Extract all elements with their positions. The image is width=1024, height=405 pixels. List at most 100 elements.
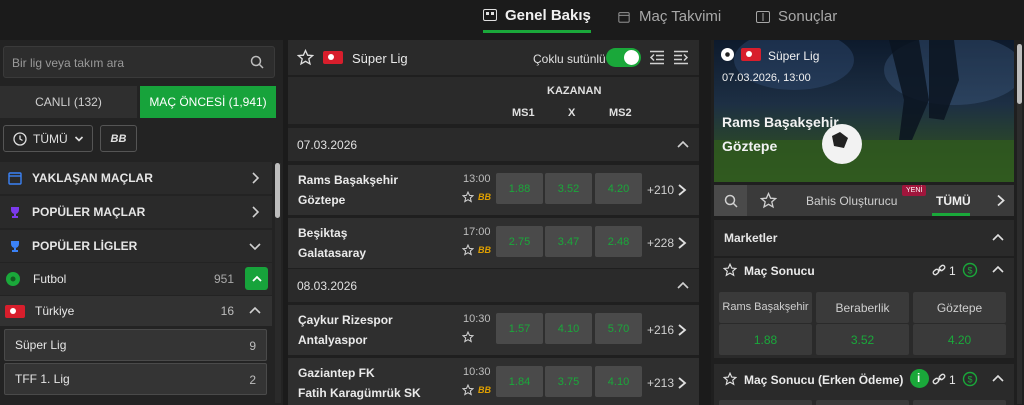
column-x: X xyxy=(568,107,576,119)
search-input[interactable]: Bir lig veya takım ara xyxy=(3,46,275,78)
date-label: 07.03.2026 xyxy=(297,137,358,152)
collapse-sport-button[interactable] xyxy=(245,267,268,290)
menu-label: YAKLAŞAN MAÇLAR xyxy=(32,171,153,185)
odd-home-button[interactable]: 1.88 xyxy=(719,324,812,355)
odd-ms2-button[interactable]: 4.10 xyxy=(595,366,642,397)
prematch-tab[interactable]: MAÇ ÖNCESİ (1,941) xyxy=(140,86,276,118)
date-group-header[interactable]: 08.03.2026 xyxy=(288,269,699,302)
odd-x-button[interactable]: 4.10 xyxy=(545,313,592,344)
odd-value: 3.52 xyxy=(850,332,875,347)
chevron-right-icon xyxy=(252,206,260,218)
selection-label-home: Rams Başakşehir xyxy=(719,292,812,323)
menu-upcoming-matches[interactable]: YAKLAŞAN MAÇLAR xyxy=(0,162,272,194)
odd-ms1-button[interactable]: 1.88 xyxy=(496,173,543,204)
star-icon[interactable] xyxy=(462,244,474,256)
star-icon[interactable] xyxy=(723,372,737,386)
odd-ms2-button[interactable]: 4.20 xyxy=(595,173,642,204)
detail-scrollbar-thumb[interactable] xyxy=(1017,44,1022,104)
league-tff1-item[interactable]: TFF 1. Lig 2 xyxy=(4,363,267,395)
chevron-right-icon[interactable] xyxy=(676,323,688,337)
country-turkey-row[interactable]: Türkiye 16 xyxy=(0,296,272,326)
football-icon xyxy=(721,48,734,61)
scoreboard-icon xyxy=(756,10,770,23)
menu-popular-leagues[interactable]: POPÜLER LİGLER xyxy=(0,230,272,262)
odd-x-button[interactable]: 3.75 xyxy=(545,366,592,397)
odd-value: 1.84 xyxy=(508,375,531,388)
away-team: Galatasaray xyxy=(298,246,367,260)
info-icon[interactable]: i xyxy=(910,369,929,388)
collapse-columns-icon[interactable] xyxy=(649,50,665,65)
odd-ms2-button[interactable]: 2.48 xyxy=(595,226,642,257)
filter-all-button[interactable]: TÜMÜ xyxy=(3,125,93,152)
markets-header[interactable]: Marketler xyxy=(714,220,1014,256)
league-header: Süper Lig Çoklu sutünlü xyxy=(288,40,699,75)
odd-ms1-button[interactable]: 1.84 xyxy=(496,366,543,397)
trophy-icon xyxy=(11,207,19,218)
more-markets-count[interactable]: +228 xyxy=(647,236,674,250)
tab-bet-builder[interactable]: Bahis Oluşturucu xyxy=(806,194,897,208)
star-icon[interactable] xyxy=(297,49,314,66)
calendar-icon xyxy=(618,11,630,23)
odd-value: 1.88 xyxy=(508,182,531,195)
expand-columns-icon[interactable] xyxy=(673,50,689,65)
bet-builder-filter-button[interactable]: BB xyxy=(100,125,137,152)
stadium-background-image xyxy=(714,40,1014,182)
chevron-up-icon[interactable] xyxy=(991,263,1005,277)
odd-value: 4.10 xyxy=(557,322,580,335)
tab-calendar-label: Maç Takvimi xyxy=(639,8,722,25)
chevron-right-icon[interactable] xyxy=(996,194,1006,207)
chevron-right-icon[interactable] xyxy=(676,183,688,197)
chevron-right-icon[interactable] xyxy=(676,236,688,250)
sidebar-scrollbar-thumb[interactable] xyxy=(275,163,280,218)
away-team: Fatih Karagümrük SK xyxy=(298,386,421,400)
match-row[interactable]: Çaykur Rizespor Antalyaspor 10:30 1.57 4… xyxy=(288,305,699,355)
odd-x-button[interactable]: 3.52 xyxy=(545,173,592,204)
more-markets-count[interactable]: +210 xyxy=(647,183,674,197)
chevron-up-icon xyxy=(249,306,261,314)
odd-value: 2.48 xyxy=(607,235,630,248)
match-row[interactable]: Beşiktaş Galatasaray 17:00 BB 2.75 3.47 … xyxy=(288,218,699,268)
prematch-tab-label: MAÇ ÖNCESİ (1,941) xyxy=(149,95,267,109)
match-row[interactable]: Gaziantep FK Fatih Karagümrük SK 10:30 B… xyxy=(288,358,699,405)
odd-value: 3.47 xyxy=(557,235,580,248)
star-icon[interactable] xyxy=(760,192,777,209)
odd-draw-button[interactable]: 3.52 xyxy=(816,324,909,355)
match-time: 10:30 xyxy=(463,366,491,378)
chevron-up-icon xyxy=(677,140,689,148)
odd-ms1-button[interactable]: 1.57 xyxy=(496,313,543,344)
more-markets-count[interactable]: +213 xyxy=(647,376,674,390)
date-group-header[interactable]: 07.03.2026 xyxy=(288,128,699,161)
chevron-up-icon[interactable] xyxy=(991,372,1005,386)
live-tab[interactable]: CANLI (132) xyxy=(0,86,137,118)
tab-overview[interactable]: Genel Bakış xyxy=(483,0,591,33)
more-markets-count[interactable]: +216 xyxy=(647,323,674,337)
selection-cell xyxy=(816,400,909,405)
sport-football-row[interactable]: Futbol 951 xyxy=(0,263,272,295)
star-icon[interactable] xyxy=(723,263,737,277)
tab-results-label: Sonuçlar xyxy=(778,8,838,25)
star-icon[interactable] xyxy=(462,331,474,343)
search-icon[interactable] xyxy=(250,55,264,69)
tab-all[interactable]: TÜMÜ xyxy=(936,194,971,208)
odd-value: 5.70 xyxy=(607,322,630,335)
odd-ms2-button[interactable]: 5.70 xyxy=(595,313,642,344)
market-search-button[interactable] xyxy=(714,185,747,216)
multi-column-toggle[interactable] xyxy=(606,48,641,67)
chevron-up-icon xyxy=(677,281,689,289)
odd-x-button[interactable]: 3.47 xyxy=(545,226,592,257)
odd-away-button[interactable]: 4.20 xyxy=(913,324,1006,355)
tab-calendar[interactable]: Maç Takvimi xyxy=(617,0,721,33)
match-row[interactable]: Rams Başakşehir Göztepe 13:00 BB 1.88 3.… xyxy=(288,165,699,215)
home-team: Çaykur Rizespor xyxy=(298,313,393,327)
league-super-lig-item[interactable]: Süper Lig 9 xyxy=(4,329,267,361)
star-icon[interactable] xyxy=(462,384,474,396)
top-navigation: Genel Bakış Maç Takvimi Sonuçlar xyxy=(0,0,1024,36)
chevron-right-icon[interactable] xyxy=(676,376,688,390)
cashout-icon: $ xyxy=(962,371,978,387)
star-icon[interactable] xyxy=(462,191,474,203)
tab-overview-label: Genel Bakış xyxy=(505,6,591,24)
odd-ms1-button[interactable]: 2.75 xyxy=(496,226,543,257)
menu-popular-matches[interactable]: POPÜLER MAÇLAR xyxy=(0,196,272,228)
tab-results[interactable]: Sonuçlar xyxy=(756,0,837,33)
bet-builder-icon: BB xyxy=(478,385,491,395)
